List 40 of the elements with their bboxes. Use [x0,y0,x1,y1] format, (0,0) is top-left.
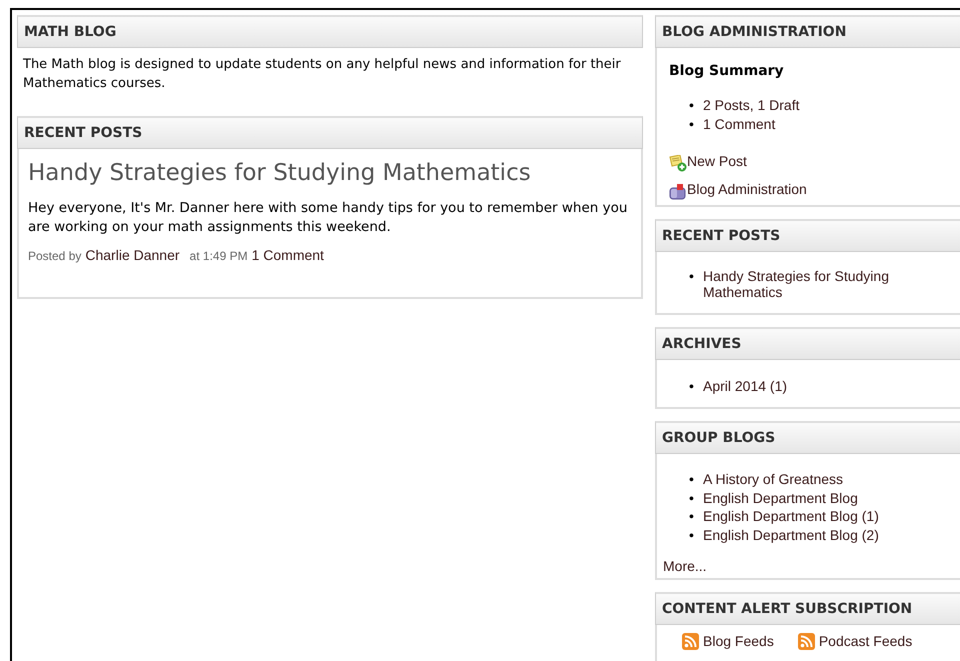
feed-link[interactable]: Blog Feeds [703,631,774,652]
more-link[interactable]: More... [663,556,707,577]
bullet: • [689,114,695,133]
bullet: • [689,268,695,286]
comments-link[interactable]: 1 Comment [252,245,324,266]
section-header: RECENT POSTS [655,219,960,252]
sidebar-link[interactable]: English Department Blog (2) [703,526,879,544]
sidebar-link[interactable]: A History of Greatness [703,470,844,488]
sidebar-link[interactable]: April 2014 (1) [703,377,788,396]
posted-by-label: Posted by [28,248,82,265]
post-title[interactable]: Handy Strategies for Studying Mathematics [28,159,632,187]
bullet: • [689,526,695,544]
bullet: • [689,377,695,396]
note-plus-icon [669,155,687,172]
section-header: BLOG ADMINISTRATION [655,15,960,48]
action-link[interactable]: Blog Administration [687,179,807,200]
post-time: at 1:49 PM [190,248,248,265]
sidebar-link[interactable]: English Department Blog [703,488,858,507]
blog-description: The Math blog is designed to update students on any helpful news and information for their Mathematics courses. [22,56,622,93]
section-header: ARCHIVES [655,327,960,360]
sidebar-link[interactable]: 1 Comment [703,114,776,133]
post-excerpt: Hey everyone, It's Mr. Danner here with some handy tips for you to remember when you are working on your math assignments this weekend. [28,199,628,237]
sidebar-link[interactable]: English Department Blog (1) [703,507,879,526]
section-header: RECENT POSTS [17,116,643,149]
rss-icon [798,633,815,650]
section-header: CONTENT ALERT SUBSCRIPTION [655,592,960,625]
bullet: • [689,488,695,507]
action-link[interactable]: New Post [687,151,747,172]
bullet: • [689,470,695,488]
rss-icon [682,633,699,650]
toolbox-icon [669,184,687,200]
section-header: MATH BLOG [17,15,643,48]
bullet: • [689,507,695,526]
summary-heading: Blog Summary [669,62,785,81]
section-header: GROUP BLOGS [655,421,960,454]
author-link[interactable]: Charlie Danner [85,245,180,266]
sidebar-link[interactable]: Handy Strategies for Studying Mathematics [703,268,927,300]
bullet: • [689,96,695,114]
feed-link[interactable]: Podcast Feeds [818,631,912,652]
sidebar-link[interactable]: 2 Posts, 1 Draft [703,96,800,114]
